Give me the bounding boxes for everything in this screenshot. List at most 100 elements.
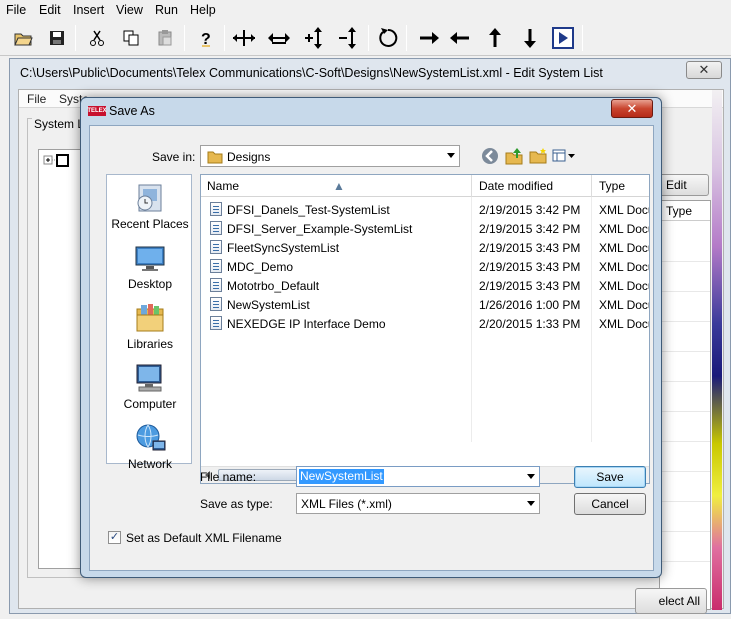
expand-vertical-icon[interactable] [301,24,329,52]
file-name-value: NewSystemList [299,469,384,484]
xml-file-icon [210,278,222,292]
compress-horizontal-icon[interactable] [265,24,293,52]
type-column-list: Type [659,200,711,610]
edit-button[interactable]: Edit [659,174,709,196]
save-as-type-dropdown[interactable]: XML Files (*.xml) [296,493,540,514]
dialog-title: Save As [109,104,155,118]
file-list-header: ▲ Name Date modified Type [201,175,649,197]
menu-insert[interactable]: Insert [73,3,104,17]
file-list[interactable]: ▲ Name Date modified Type DFSI_Danels_Te… [200,174,650,484]
file-name-label: File name: [200,470,257,484]
xml-file-icon [210,316,222,330]
file-row[interactable]: NewSystemList 1/26/2016 1:00 PM XML Docu [201,295,650,314]
close-button[interactable]: ✕ [686,61,722,79]
open-folder-icon[interactable] [9,24,37,52]
checkmark-icon: ✓ [109,531,120,543]
column-date-header[interactable]: Date modified [479,179,553,193]
file-date: 2/19/2015 3:42 PM [479,222,581,236]
default-filename-checkbox[interactable]: ✓ [108,531,121,544]
folder-icon [207,151,223,164]
file-name: NewSystemList [227,298,310,312]
arrow-right-icon[interactable] [415,24,443,52]
close-icon: ✕ [626,100,638,116]
file-name-input[interactable]: NewSystemList [296,466,540,487]
file-row[interactable]: DFSI_Server_Example-SystemList 2/19/2015… [201,219,649,238]
file-name: DFSI_Server_Example-SystemList [227,222,413,236]
file-type: XML Docu [599,298,650,312]
system-list-group-label: System L [32,117,87,131]
dialog-titlebar[interactable]: TELEX Save As ✕ [81,98,661,124]
view-menu-icon[interactable] [552,147,576,165]
desktop-icon [135,246,165,271]
place-label: Recent Places [111,217,189,231]
place-computer[interactable]: Computer [107,361,193,411]
file-name: Mototrbo_Default [227,279,320,293]
menu-run[interactable]: Run [155,3,178,17]
place-libraries[interactable]: Libraries [107,301,193,351]
file-date: 1/26/2016 1:00 PM [479,298,581,312]
chevron-down-icon[interactable] [527,474,535,479]
save-as-type-label: Save as type: [200,497,273,511]
menu-edit[interactable]: Edit [39,3,61,17]
menu-file[interactable]: File [6,3,26,17]
chevron-down-icon [447,153,455,158]
tree-expand-icon[interactable] [43,154,83,170]
save-button[interactable]: Save [574,466,646,488]
column-name-header[interactable]: Name [207,179,239,193]
arrow-down-icon[interactable] [516,24,544,52]
save-disk-icon[interactable] [43,24,71,52]
place-network[interactable]: Network [107,421,193,471]
file-row[interactable]: Mototrbo_Default 2/19/2015 3:43 PM XML D… [201,276,650,295]
type-column-header[interactable]: Type [660,201,710,221]
telex-logo: TELEX [87,106,107,116]
file-date: 2/19/2015 3:42 PM [479,203,581,217]
cancel-button[interactable]: Cancel [574,493,646,515]
file-row[interactable]: FleetSyncSystemList 2/19/2015 3:43 PM XM… [201,238,649,257]
window-menu-file[interactable]: File [27,92,46,106]
recent-places-icon [137,184,162,212]
computer-icon [136,364,162,392]
select-all-label: elect All [658,594,700,608]
help-question-icon[interactable]: ? [192,24,220,52]
chevron-down-icon [527,501,535,506]
dialog-close-button[interactable]: ✕ [611,99,653,118]
save-in-dropdown[interactable]: Designs [200,145,460,167]
new-folder-icon[interactable] [528,147,548,165]
save-as-type-value: XML Files (*.xml) [301,497,392,511]
cancel-button-label: Cancel [591,497,629,511]
xml-file-icon [210,297,222,311]
xml-file-icon [210,202,222,216]
menu-view[interactable]: View [116,3,143,17]
window-title: C:\Users\Public\Documents\Telex Communic… [20,66,603,80]
file-date: 2/19/2015 3:43 PM [479,279,581,293]
arrow-left-icon[interactable] [446,24,474,52]
back-icon[interactable] [480,147,500,165]
copy-icon[interactable] [117,24,145,52]
file-type: XML Docu [599,260,650,274]
save-as-dialog: TELEX Save As ✕ Save in: Designs Recent … [80,97,662,578]
file-row[interactable]: NEXEDGE IP Interface Demo 2/20/2015 1:33… [201,314,649,333]
close-icon: ✕ [698,62,710,77]
column-type-header[interactable]: Type [599,179,625,193]
up-folder-icon[interactable] [504,147,524,165]
file-type: XML Docu [599,203,650,217]
file-row[interactable]: MDC_Demo 2/19/2015 3:43 PM XML Docu [201,257,650,276]
file-type: XML Docu [599,279,650,293]
select-all-button[interactable]: elect All [635,588,707,614]
expand-horizontal-icon[interactable] [230,24,258,52]
cut-scissors-icon[interactable] [83,24,111,52]
places-bar: Recent Places Desktop Libraries Computer… [106,174,193,471]
file-row[interactable]: DFSI_Danels_Test-SystemList 2/19/2015 3:… [201,200,650,219]
play-icon[interactable] [549,24,577,52]
arrow-up-icon[interactable] [481,24,509,52]
file-name: DFSI_Danels_Test-SystemList [227,203,390,217]
save-in-value: Designs [227,150,271,164]
app-toolbar: ? [0,20,731,56]
paste-icon[interactable] [151,24,179,52]
default-filename-label[interactable]: Set as Default XML Filename [126,531,282,545]
rotate-icon[interactable] [374,24,402,52]
place-desktop[interactable]: Desktop [107,241,193,291]
compress-vertical-icon[interactable] [335,24,363,52]
place-recent-places[interactable]: Recent Places [107,181,193,231]
menu-help[interactable]: Help [190,3,216,17]
